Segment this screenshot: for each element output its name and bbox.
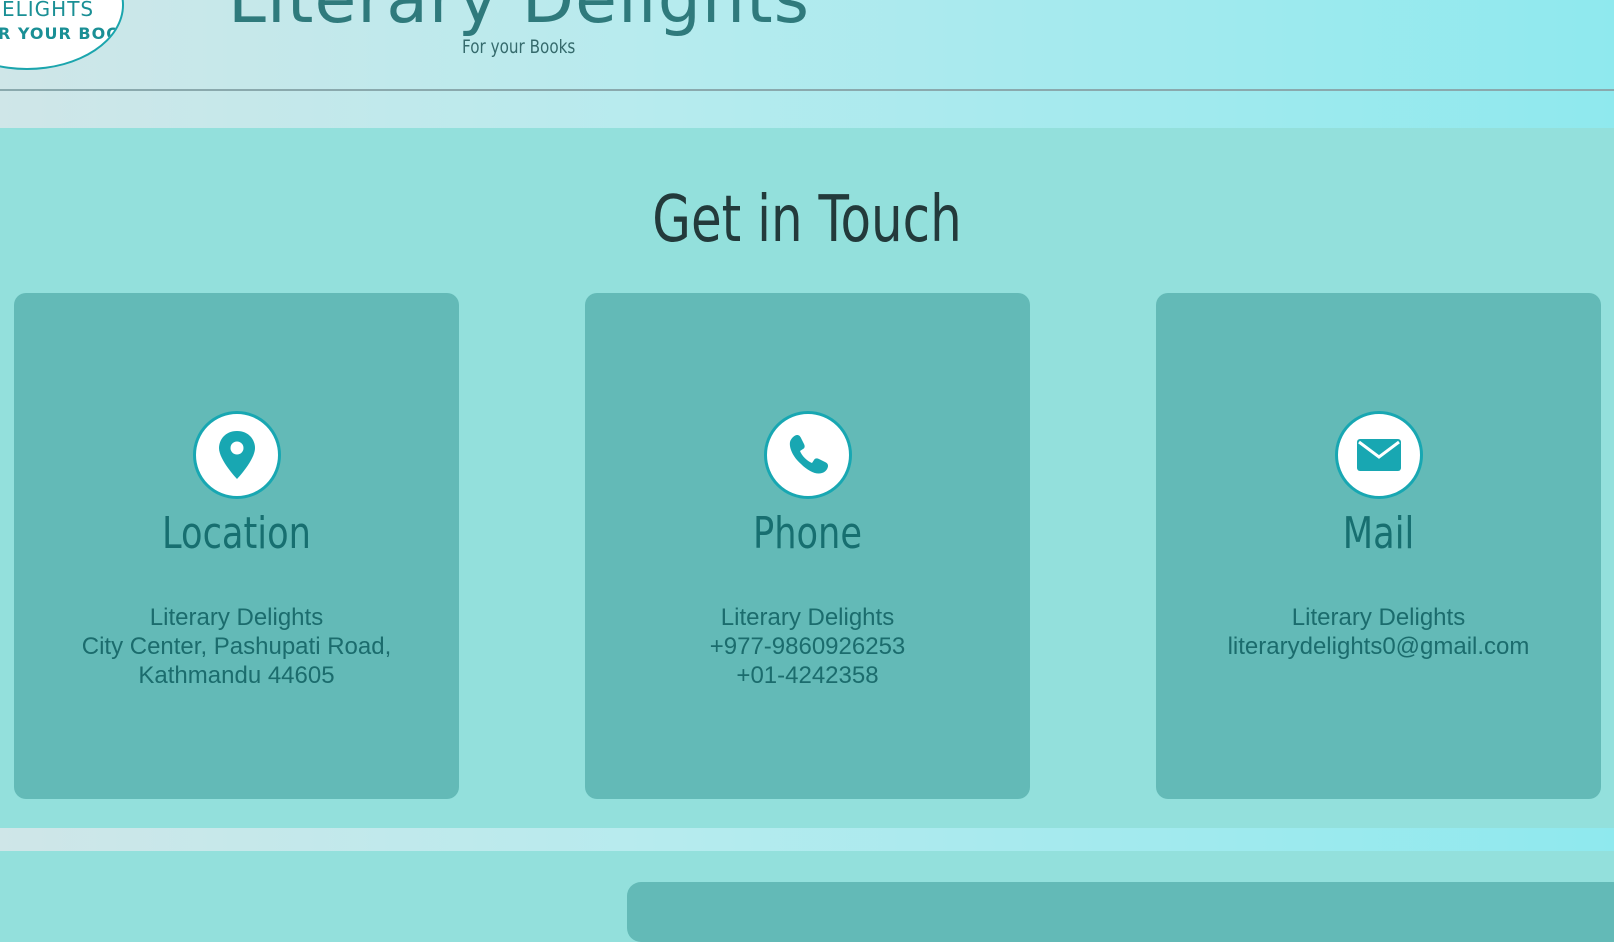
location-pin-icon	[192, 411, 281, 499]
mail-card-title: Mail	[1342, 508, 1415, 559]
phone-card: Phone Literary Delights +977-9860926253 …	[585, 293, 1030, 799]
site-header: ELIGHTS R YOUR BOOKS Literary Delights F…	[0, 0, 1614, 91]
next-section	[0, 851, 1614, 942]
location-card-title: Location	[162, 508, 311, 559]
section-title: Get in Touch	[652, 183, 962, 257]
logo-text-line1: ELIGHTS	[2, 0, 95, 21]
phone-card-title: Phone	[752, 508, 863, 559]
mail-line: Literary Delights	[1291, 604, 1466, 631]
location-card-details: Literary Delights City Center, Pashupati…	[14, 603, 459, 690]
location-line: Kathmandu 44605	[138, 662, 335, 689]
divider-strip	[0, 828, 1614, 851]
phone-icon	[763, 411, 852, 499]
phone-number[interactable]: +01-4242358	[585, 661, 1030, 690]
mail-card-details: Literary Delights literarydelights0@gmai…	[1156, 603, 1601, 661]
mail-icon	[1334, 411, 1423, 499]
location-line: City Center, Pashupati Road,	[81, 633, 392, 660]
nav-strip	[0, 91, 1614, 128]
brand-title[interactable]: Literary Delights	[228, 0, 810, 39]
phone-card-details: Literary Delights +977-9860926253 +01-42…	[585, 603, 1030, 690]
mail-card: Mail Literary Delights literarydelights0…	[1156, 293, 1601, 799]
logo-text-line2: R YOUR BOOKS	[0, 24, 122, 43]
email-address[interactable]: literarydelights0@gmail.com	[1156, 632, 1601, 661]
next-section-panel	[627, 882, 1614, 942]
location-card: Location Literary Delights City Center, …	[14, 293, 459, 799]
site-logo[interactable]: ELIGHTS R YOUR BOOKS	[0, 0, 124, 70]
brand-tagline: For your Books	[462, 36, 576, 58]
phone-line: Literary Delights	[720, 604, 895, 631]
contact-section: Get in Touch Location Literary Delights …	[0, 128, 1614, 828]
phone-number[interactable]: +977-9860926253	[585, 632, 1030, 661]
location-line: Literary Delights	[149, 604, 324, 631]
